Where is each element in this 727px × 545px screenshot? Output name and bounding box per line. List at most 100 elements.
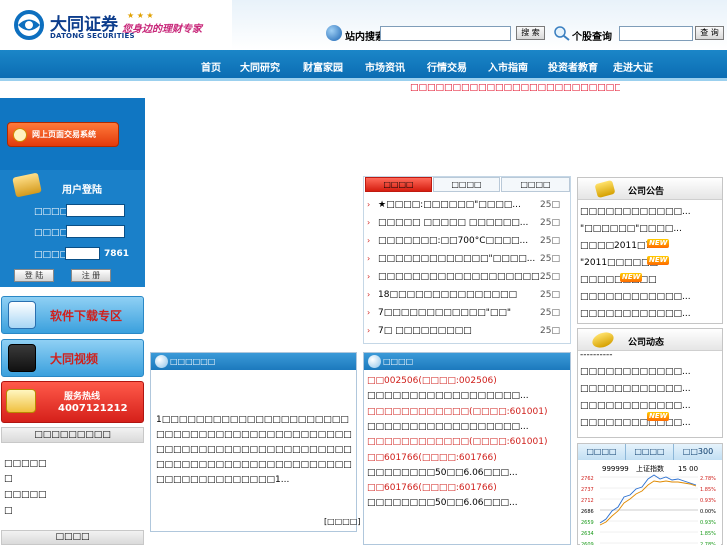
news-item-title[interactable]: □□□□□□□□□□□□□"□□□□... <box>378 254 535 264</box>
news-item[interactable]: › ★□□□□:□□□□□□"□□□□... 25□ <box>367 200 567 214</box>
news-item[interactable]: › 18□□□□□□□□□□□□□□□ 25□ <box>367 290 567 304</box>
nav-item-research[interactable]: 大同研究 <box>240 59 280 74</box>
news-item-title[interactable]: □□□□□ □□□□□ □□□□□□... <box>378 218 528 228</box>
intro-title[interactable]: □□□□□□ <box>170 357 215 366</box>
stock-query-button[interactable]: 查 询 <box>695 26 724 40</box>
nav-divider <box>0 78 727 81</box>
announcement-item[interactable]: □□□□□□□□□□□□... <box>580 309 691 319</box>
company-news-item[interactable]: □□□□□□□□□□□□... <box>580 367 691 377</box>
index-tab-2[interactable]: □□□□ <box>626 444 674 460</box>
news-tab-2[interactable]: □□□□ <box>433 177 500 192</box>
left-link[interactable]: □ <box>4 506 13 516</box>
news-item-date: 25□ <box>540 254 560 264</box>
news-item[interactable]: › □□□□□□□□□□□□□□□□□□□... 25□ <box>367 272 567 286</box>
stock-query-label: 个股查询 <box>572 32 612 43</box>
intro-body: 1□□□□□□□□□□□□□□□□□□□□□□□□□□□□□□□□□□□□□□□… <box>156 415 352 485</box>
news-item[interactable]: › □□□□□□□□□□□□□"□□□□... 25□ <box>367 254 567 268</box>
announcement-item[interactable]: □□□□□□□□□ <box>580 275 657 285</box>
stock-news-item[interactable]: □□□□□□□□50□□6.06□□□... <box>367 468 518 478</box>
stock-news-item[interactable]: □□601766(□□□□:601766) <box>367 453 497 463</box>
news-item-title[interactable]: ★□□□□:□□□□□□"□□□□... <box>378 200 521 210</box>
index-right-tick: 0.00% <box>700 509 716 515</box>
news-item-date: 25□ <box>540 236 560 246</box>
announcement-item[interactable]: □□□□□□□□□□□□... <box>580 207 691 217</box>
video-label: 大同视频 <box>50 352 99 366</box>
nav-item-investor-education[interactable]: 投资者教育 <box>548 59 598 74</box>
company-news-item[interactable]: □□□□□□□□□□□□... <box>580 384 691 394</box>
bullet-icon: › <box>367 272 371 281</box>
bullet-icon: › <box>367 200 371 209</box>
news-item-date: 25□ <box>540 308 560 318</box>
stock-news-item[interactable]: □□601766(□□□□:601766) <box>367 483 497 493</box>
login-title: 用户登陆 <box>62 185 102 196</box>
index-tab-1[interactable]: □□□□ <box>578 444 626 460</box>
stock-news-item[interactable]: □□□□□□□□□□□□□□□□□□... <box>367 391 529 401</box>
arrow-icon <box>13 128 27 142</box>
site-search-button[interactable]: 搜 索 <box>516 26 545 40</box>
announcement-item[interactable]: "□□□□□□"□□□□... <box>580 224 682 234</box>
nav-item-wealth[interactable]: 财富家园 <box>303 59 343 74</box>
news-tab-3[interactable]: □□□□ <box>501 177 570 192</box>
left-link[interactable]: □□□□□ <box>4 490 47 500</box>
stock-news-item[interactable]: □□□□□□□□□□□□(□□□□:601001) <box>367 437 547 447</box>
login-button[interactable]: 登 陆 <box>14 269 54 282</box>
captcha-field[interactable] <box>65 247 100 260</box>
header-band <box>232 0 727 50</box>
datong-logo-icon[interactable] <box>14 10 44 40</box>
globe-icon <box>155 355 168 368</box>
announcements-title[interactable]: 公司公告 <box>628 184 664 197</box>
register-button[interactable]: 注 册 <box>71 269 111 282</box>
news-item-date: 25□ <box>540 326 560 336</box>
stock-news-item[interactable]: □□□□□□□□50□□6.06□□□... <box>367 498 518 508</box>
stock-news-item[interactable]: □□□□□□□□□□□□(□□□□:601001) <box>367 407 547 417</box>
nav-item-market-info[interactable]: 市场资讯 <box>365 59 405 74</box>
bullet-icon: › <box>367 326 371 335</box>
index-left-tick: 2762 <box>581 476 594 482</box>
envelope-icon <box>6 389 36 413</box>
company-news-item[interactable]: □□□□□□□□□□□□... <box>580 401 691 411</box>
bullet-icon: › <box>367 290 371 299</box>
stock-news-item[interactable]: □□002506(□□□□:002506) <box>367 376 497 386</box>
news-item-title[interactable]: 18□□□□□□□□□□□□□□□ <box>378 290 517 300</box>
bullet-icon: › <box>367 218 371 227</box>
news-item[interactable]: › □□□□□□□:□□700°C□□□□... 25□ <box>367 236 567 250</box>
announcement-item[interactable]: □□□□□□□□□□□□... <box>580 292 691 302</box>
left-section-header: □□□□ <box>1 530 144 545</box>
nav-item-guide[interactable]: 入市指南 <box>488 59 528 74</box>
index-tab-3[interactable]: □□300 <box>674 444 722 460</box>
news-item[interactable]: › 7□□□□□□□□□□□□"□□" 25□ <box>367 308 567 322</box>
news-tab-1[interactable]: □□□□ <box>365 177 432 192</box>
stock-query-icon <box>554 26 570 41</box>
news-item-title[interactable]: □□□□□□□□□□□□□□□□□□□... <box>378 272 548 282</box>
index-time: 15 00 <box>678 465 698 473</box>
company-news-title[interactable]: 公司动态 <box>628 335 664 348</box>
news-item[interactable]: › 7□ □□□□□□□□□ 25□ <box>367 326 567 340</box>
hotline-title: 服务热线 <box>64 392 101 402</box>
nav-item-quotes-trading[interactable]: 行情交易 <box>427 59 467 74</box>
hotline-number: 4007121212 <box>58 403 128 414</box>
captcha-code: 7861 <box>104 249 130 259</box>
left-section-header: □□□□□□□□□ <box>1 427 144 443</box>
left-link[interactable]: □□□□□ <box>4 459 47 469</box>
index-minute-chart[interactable]: 999999 上证指数 15 00 2762 2737 2712 2686 2659 26… <box>580 461 721 545</box>
nav-item-home[interactable]: 首页 <box>201 59 221 74</box>
news-item[interactable]: › □□□□□ □□□□□ □□□□□□... 25□ <box>367 218 567 232</box>
globe-icon <box>368 355 381 368</box>
stock-query-input[interactable] <box>619 26 693 41</box>
stock-news-item[interactable]: □□□□□□□□□□□□□□□□□□... <box>367 422 529 432</box>
news-item-title[interactable]: 7□□□□□□□□□□□□"□□" <box>378 308 511 318</box>
left-link[interactable]: □ <box>4 474 13 484</box>
nav-item-about[interactable]: 走进大证 <box>613 59 653 74</box>
intro-more-link[interactable]: [□□□□] <box>324 517 360 526</box>
news-item-title[interactable]: 7□ □□□□□□□□□ <box>378 326 472 336</box>
news-item-title[interactable]: □□□□□□□:□□700°C□□□□... <box>378 236 528 246</box>
stock-news-title[interactable]: □□□□ <box>383 357 413 366</box>
index-left-tick: 2737 <box>581 487 594 493</box>
username-field[interactable] <box>66 204 125 217</box>
globe-icon <box>326 25 342 41</box>
site-search-input[interactable] <box>380 26 511 41</box>
company-news-item[interactable]: □□□□□□□□□□□□... <box>580 418 691 428</box>
scrolling-ticker[interactable]: □□□□□□□□□□□□□□□□□□□□□□□□□□□□□□□□□□□□□□□□… <box>410 83 620 93</box>
index-code: 999999 <box>602 465 629 473</box>
password-field[interactable] <box>66 225 125 238</box>
